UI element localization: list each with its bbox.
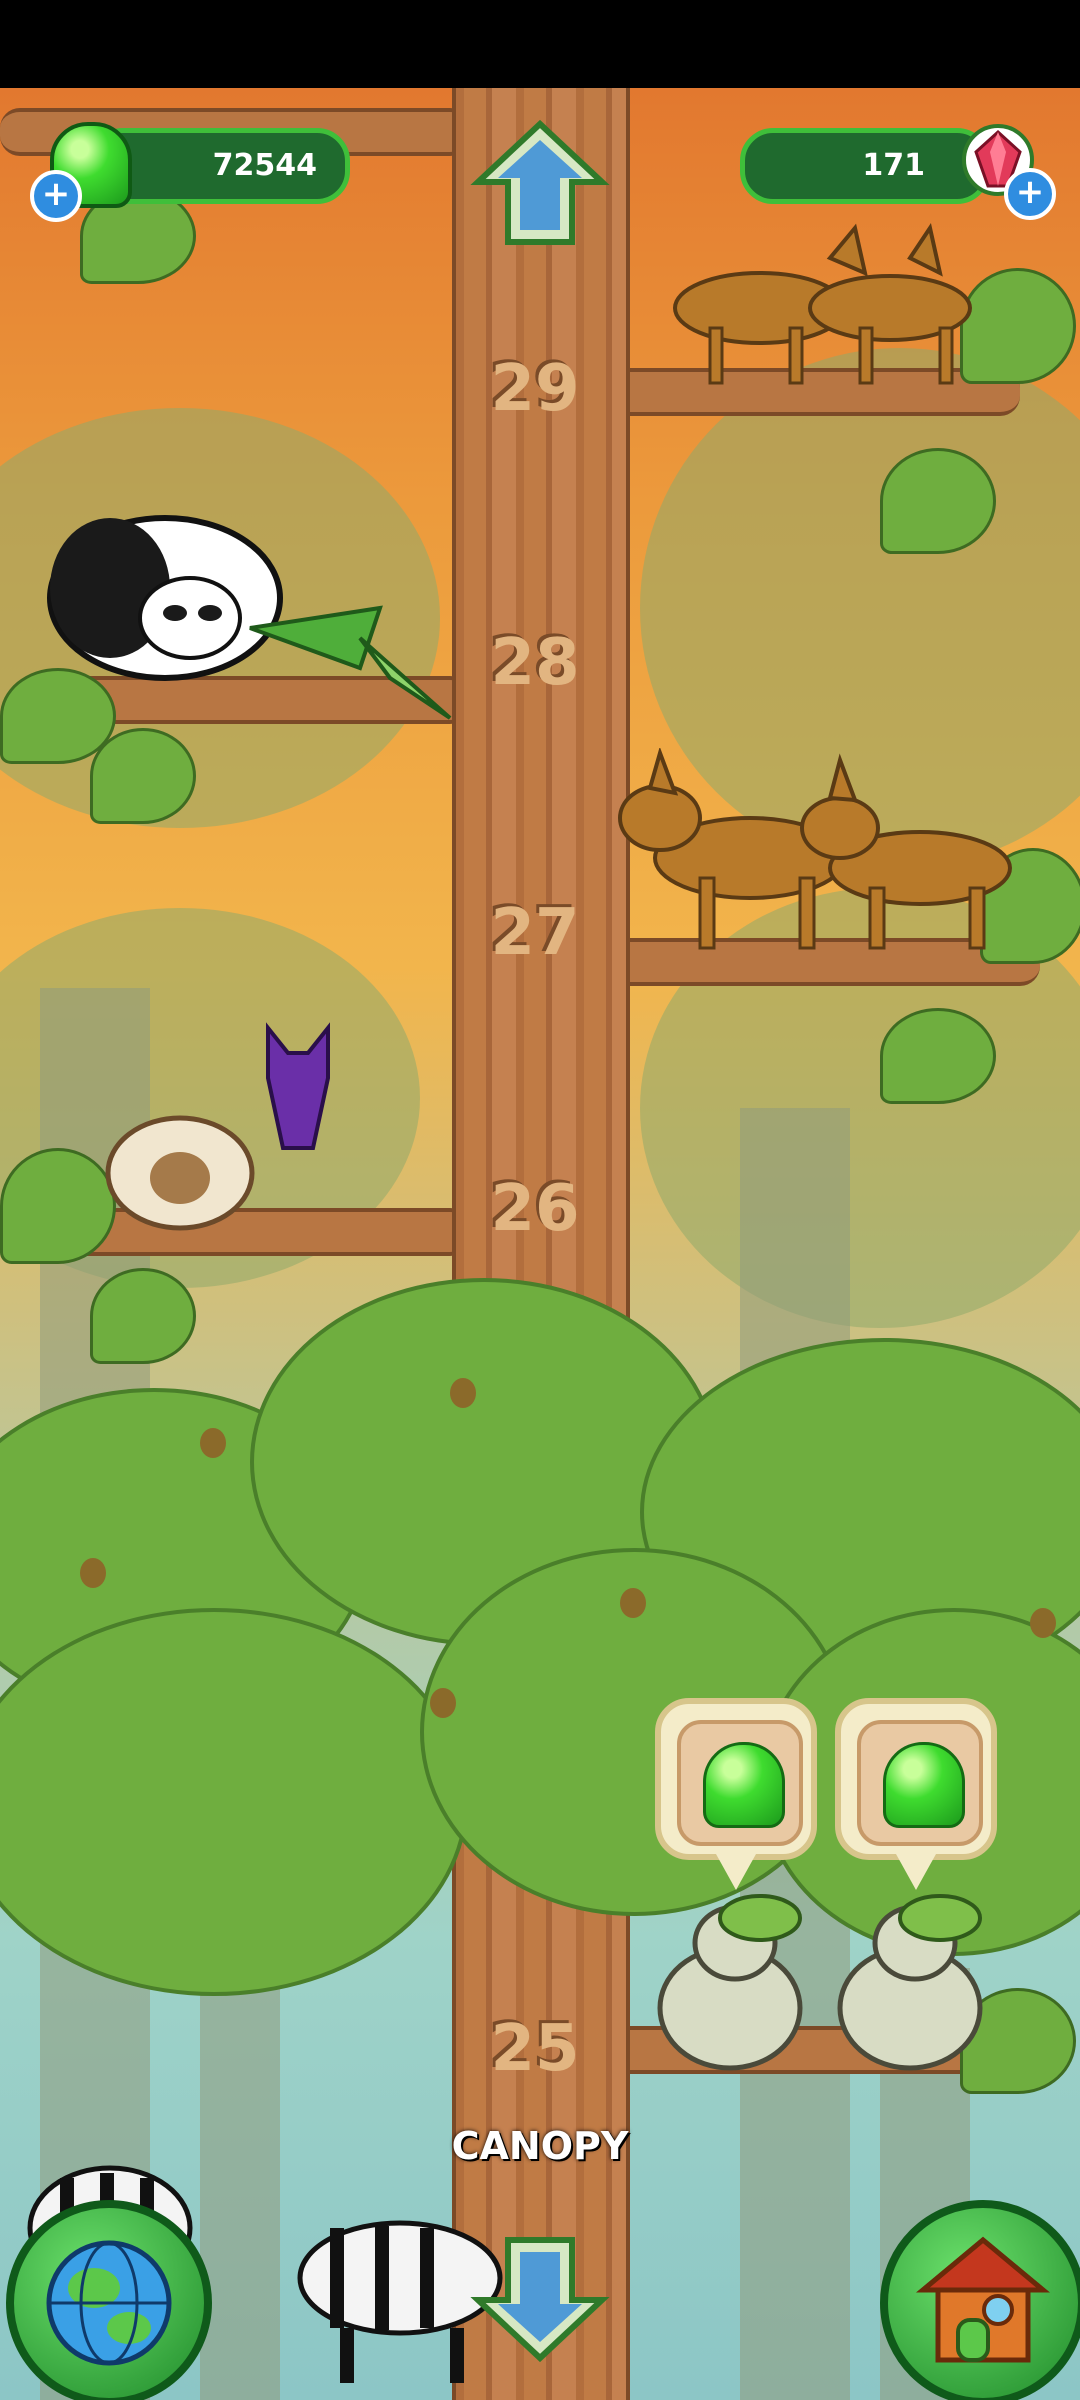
arrow-up-icon	[470, 119, 610, 245]
acorn	[450, 1378, 476, 1408]
acorn	[200, 1428, 226, 1458]
scroll-up-button[interactable]	[470, 118, 610, 248]
jelly-collect-bubble[interactable]	[655, 1698, 817, 1890]
acorn	[620, 1588, 646, 1618]
canopy-foliage	[0, 1608, 468, 1996]
level-number-29: 29	[490, 352, 580, 426]
gem-count: 171	[862, 148, 925, 183]
scroll-down-button[interactable]	[470, 2234, 610, 2364]
acorn	[80, 1558, 106, 1588]
leaf-cluster	[880, 448, 996, 554]
leaf-cluster	[0, 1148, 116, 1264]
status-bar	[0, 0, 1080, 88]
sheep-level-26[interactable]	[100, 1108, 260, 1238]
coyote-pair-level-29[interactable]	[640, 218, 1000, 398]
jelly-icon	[703, 1742, 785, 1828]
bubble-frame	[677, 1720, 803, 1846]
world-map-button[interactable]	[6, 2200, 212, 2400]
game-scene: 29 28 27 26 25 CANOPY 72544 + 171 +	[0, 88, 1080, 2400]
house-icon	[916, 2236, 1050, 2363]
bat-level-26[interactable]	[258, 1018, 338, 1158]
home-button[interactable]	[880, 2200, 1080, 2400]
level-number-28: 28	[490, 626, 580, 700]
arrow-down-icon	[470, 2237, 610, 2363]
add-jelly-button[interactable]: +	[30, 170, 82, 222]
leaf-cluster	[880, 1008, 996, 1104]
jelly-icon	[883, 1742, 965, 1828]
bubble-pointer	[716, 1854, 756, 1890]
add-gem-button[interactable]: +	[1004, 168, 1056, 220]
bubble-frame	[857, 1720, 983, 1846]
coyote-pair-level-27[interactable]	[600, 748, 1020, 968]
jelly-collect-bubble[interactable]	[835, 1698, 997, 1890]
leaf-cluster	[90, 1268, 196, 1364]
biome-label: CANOPY	[451, 2124, 629, 2168]
pterosaur-level-28[interactable]	[240, 588, 460, 738]
globe-icon	[46, 2240, 172, 2366]
level-number-26: 26	[490, 1172, 580, 1246]
gem-counter: 171	[740, 128, 990, 204]
leaf-cluster	[90, 728, 196, 824]
acorn	[430, 1688, 456, 1718]
jelly-count: 72544	[212, 148, 317, 183]
level-number-25: 25	[490, 2012, 580, 2086]
acorn	[1030, 1608, 1056, 1638]
level-number-27: 27	[490, 896, 580, 970]
caterpillar-pair-level-25[interactable]	[650, 1888, 990, 2078]
bubble-pointer	[896, 1854, 936, 1890]
